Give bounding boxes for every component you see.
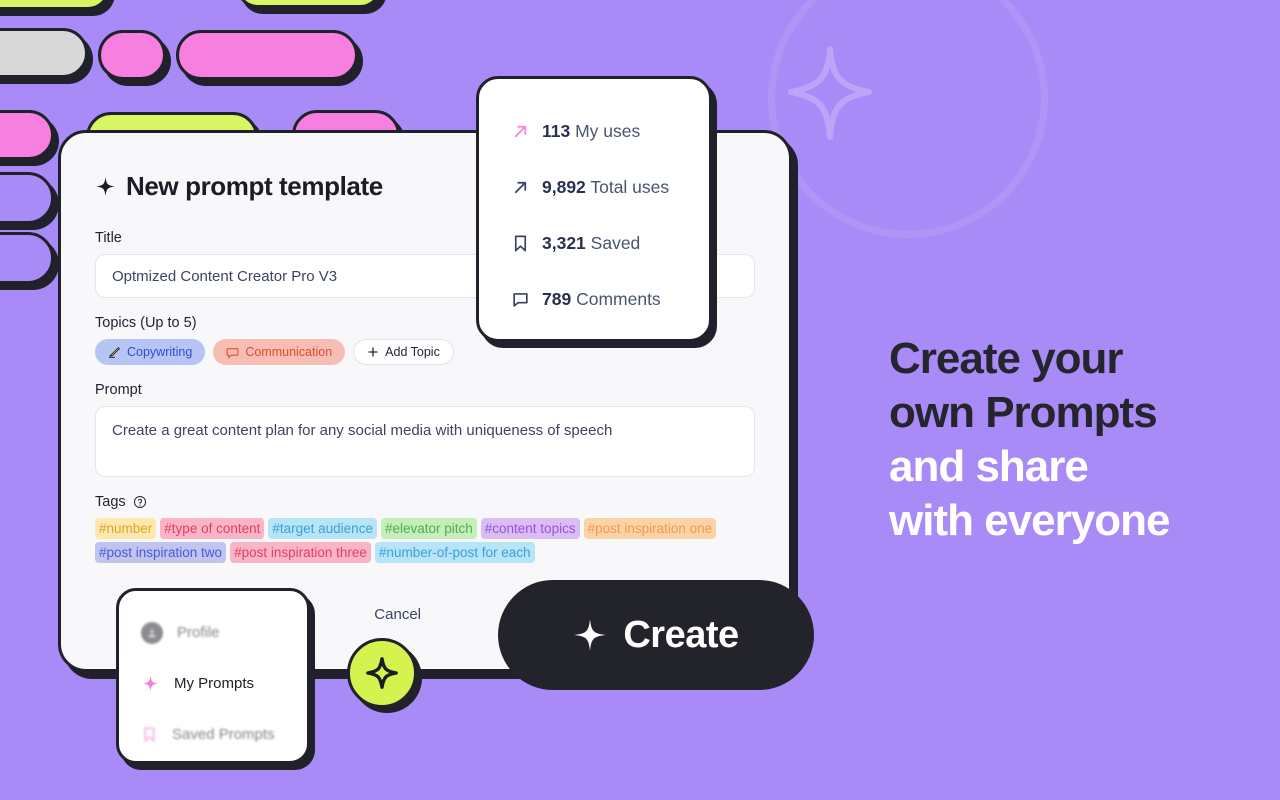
stat-label: Saved (590, 232, 641, 253)
menu-item-my-prompts[interactable]: My Prompts (141, 658, 307, 709)
tag-item[interactable]: #elevator pitch (380, 518, 477, 539)
stat-saved: 3,321 Saved (511, 215, 709, 271)
decor-pill (0, 110, 54, 160)
tag-item[interactable]: #post inspiration two (95, 542, 227, 563)
sparkle-icon (574, 619, 606, 651)
stats-card: 113 My uses 9,892 Total uses 3,321 Saved… (476, 76, 712, 342)
create-button-label: Create (623, 613, 739, 656)
tag-list: #number #type of content #target audienc… (95, 518, 755, 563)
stat-value: 9,892 (542, 176, 586, 197)
sparkle-decoration (788, 46, 872, 140)
decor-pill (0, 172, 54, 224)
stat-label: Comments (576, 288, 661, 309)
headline-line-3: and share (889, 442, 1089, 491)
cancel-button[interactable]: Cancel (374, 606, 421, 623)
stat-label: Total uses (590, 176, 670, 197)
arrow-up-right-icon (514, 125, 527, 137)
bookmark-icon (514, 235, 527, 251)
topic-chip-communication[interactable]: Communication (213, 339, 346, 365)
bookmark-icon (144, 727, 155, 742)
topic-chip-label: Communication (245, 345, 333, 359)
pen-icon (109, 346, 120, 358)
sparkle-icon (95, 176, 116, 197)
four-point-star-icon (366, 657, 398, 689)
menu-item-saved-prompts[interactable]: Saved Prompts (141, 709, 307, 760)
prompt-textarea[interactable]: Create a great content plan for any soci… (95, 406, 755, 477)
tag-item[interactable]: #post inspiration one (583, 518, 717, 539)
topic-chip-copywriting[interactable]: Copywriting (95, 339, 206, 365)
menu-item-label: My Prompts (174, 675, 255, 692)
tags-label-row: Tags (95, 494, 755, 510)
topic-chip-label: Copywriting (127, 345, 193, 359)
stat-label: My uses (575, 120, 641, 141)
stat-value: 789 (542, 288, 572, 309)
sparkle-fab-button[interactable] (347, 638, 417, 708)
sparkle-icon (142, 675, 159, 692)
tags-label: Tags (95, 494, 126, 510)
menu-item-label: Profile (177, 624, 220, 641)
create-button[interactable]: Create (498, 580, 814, 690)
chat-icon (226, 347, 239, 359)
title-input-value: Optmized Content Creator Pro V3 (112, 267, 338, 285)
decor-pill (0, 232, 54, 284)
decor-pill (0, 0, 110, 10)
marketing-headline: Create your own Prompts and share with e… (889, 332, 1269, 548)
comment-icon (513, 292, 528, 307)
plus-icon (368, 347, 378, 357)
tag-item[interactable]: #number-of-post for each (374, 542, 535, 563)
decor-pill (236, 0, 382, 8)
avatar-icon (141, 621, 163, 644)
stat-comments: 789 Comments (511, 271, 709, 327)
stat-value: 113 (542, 120, 571, 141)
add-topic-button[interactable]: Add Topic (353, 339, 454, 365)
menu-item-label: Saved Prompts (172, 726, 275, 743)
stat-value: 3,321 (542, 232, 586, 253)
promo-stage: New prompt template Title Optmized Conte… (0, 0, 1280, 800)
tags-field-group: Tags #number #type of content #target au… (95, 494, 755, 563)
headline-line-2: own Prompts (889, 388, 1158, 437)
question-circle-icon[interactable] (133, 495, 147, 509)
prompt-textarea-value: Create a great content plan for any soci… (112, 422, 613, 439)
profile-menu-card: Profile My Prompts Saved Prompts (116, 588, 310, 764)
prompt-label: Prompt (95, 382, 142, 398)
arrow-up-right-icon (514, 181, 527, 193)
prompt-field-group: Prompt Create a great content plan for a… (95, 382, 755, 477)
topics-row: Copywriting Communication Add Topic (95, 339, 755, 365)
headline-line-4: with everyone (889, 496, 1170, 545)
add-topic-label: Add Topic (385, 345, 440, 359)
headline-line-1: Create your (889, 334, 1124, 383)
page-title-text: New prompt template (126, 171, 383, 201)
stat-my-uses: 113 My uses (511, 103, 709, 159)
tag-item[interactable]: #type of content (160, 518, 265, 539)
decor-pill (0, 28, 88, 78)
decor-pill (98, 30, 166, 80)
menu-item-profile[interactable]: Profile (141, 607, 307, 658)
tag-item[interactable]: #content topics (480, 518, 580, 539)
decor-pill (176, 30, 358, 80)
tag-item[interactable]: #post inspiration three (230, 542, 371, 563)
tag-item[interactable]: #number (95, 518, 157, 539)
stat-total-uses: 9,892 Total uses (511, 159, 709, 215)
tag-item[interactable]: #target audience (268, 518, 377, 539)
